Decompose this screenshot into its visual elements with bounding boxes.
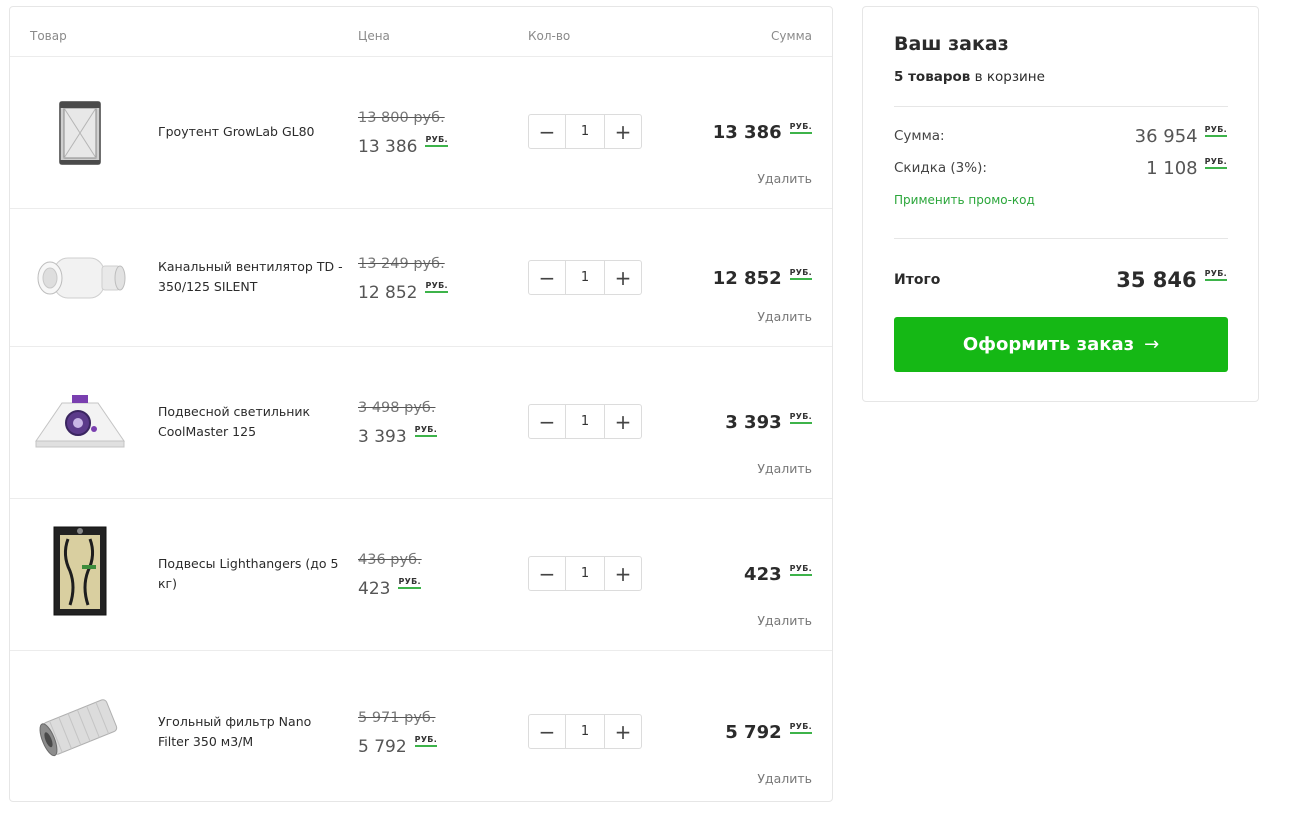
rope-hangers-image[interactable]	[30, 526, 130, 616]
currency-label: РУБ.	[1204, 269, 1227, 281]
quantity-value[interactable]: 1	[565, 715, 605, 748]
remove-link[interactable]: Удалить	[757, 309, 812, 324]
currency-label: РУБ.	[789, 412, 812, 424]
cart-row: Угольный фильтр Nano Filter 350 м3/М 5 9…	[10, 651, 832, 801]
cart-table-header: Товар Цена Кол-во Сумма	[10, 7, 832, 57]
carbon-filter-image[interactable]	[30, 687, 130, 767]
arrow-right-icon: →	[1144, 334, 1160, 355]
currency-label: РУБ.	[1204, 125, 1227, 137]
quantity-stepper: − 1 +	[528, 260, 642, 295]
cart-row: Подвесы Lighthangers (до 5 кг) 436 руб. …	[10, 499, 832, 651]
product-name[interactable]: Подвесы Lighthangers (до 5 кг)	[158, 554, 343, 594]
currency-label: РУБ.	[789, 564, 812, 576]
currency-label: РУБ.	[789, 268, 812, 280]
quantity-value[interactable]: 1	[565, 557, 605, 590]
header-price: Цена	[358, 29, 390, 43]
remove-link[interactable]: Удалить	[757, 771, 812, 786]
cart-item-count: 5 товаров в корзине	[894, 69, 1045, 85]
product-name[interactable]: Гроутент GrowLab GL80	[158, 122, 343, 142]
quantity-value[interactable]: 1	[565, 115, 605, 148]
line-total: 5 792 РУБ.	[725, 722, 812, 743]
increase-button[interactable]: +	[605, 557, 641, 590]
currency-label: РУБ.	[398, 577, 421, 589]
currency-label: РУБ.	[425, 281, 448, 293]
checkout-button[interactable]: Оформить заказ →	[894, 317, 1228, 372]
decrease-button[interactable]: −	[529, 261, 565, 294]
summary-title: Ваш заказ	[894, 33, 1009, 55]
increase-button[interactable]: +	[605, 115, 641, 148]
grow-tent-image[interactable]	[30, 93, 130, 173]
currency-label: РУБ.	[1204, 157, 1227, 169]
line-total: 12 852 РУБ.	[712, 268, 812, 289]
old-price: 13 800 руб.	[358, 110, 445, 126]
discount-value: 1 108 РУБ.	[1146, 157, 1227, 179]
line-total: 423 РУБ.	[744, 564, 812, 585]
line-total: 13 386 РУБ.	[712, 122, 812, 143]
current-price: 12 852 РУБ.	[358, 281, 448, 303]
total-label: Итого	[894, 272, 941, 288]
reflector-lamp-image[interactable]	[30, 381, 130, 461]
decrease-button[interactable]: −	[529, 405, 565, 438]
currency-label: РУБ.	[425, 135, 448, 147]
cart-table: Товар Цена Кол-во Сумма Гроутент GrowLab…	[9, 6, 833, 802]
currency-label: РУБ.	[414, 425, 438, 437]
old-price: 436 руб.	[358, 552, 422, 568]
sum-label: Сумма:	[894, 128, 945, 144]
duct-fan-image[interactable]	[30, 238, 130, 318]
current-price: 423 РУБ.	[358, 577, 421, 599]
currency-label: РУБ.	[414, 735, 438, 747]
current-price: 3 393 РУБ.	[358, 425, 438, 447]
quantity-stepper: − 1 +	[528, 714, 642, 749]
decrease-button[interactable]: −	[529, 715, 565, 748]
cart-row: Канальный вентилятор TD - 350/125 SILENT…	[10, 209, 832, 347]
product-name[interactable]: Угольный фильтр Nano Filter 350 м3/М	[158, 712, 343, 752]
increase-button[interactable]: +	[605, 405, 641, 438]
order-summary: Ваш заказ 5 товаров в корзине Сумма: 36 …	[862, 6, 1259, 402]
remove-link[interactable]: Удалить	[757, 613, 812, 628]
product-name[interactable]: Подвесной светильник CoolMaster 125	[158, 402, 343, 442]
old-price: 5 971 руб.	[358, 710, 436, 726]
old-price: 3 498 руб.	[358, 400, 436, 416]
product-name[interactable]: Канальный вентилятор TD - 350/125 SILENT	[158, 257, 343, 297]
quantity-value[interactable]: 1	[565, 261, 605, 294]
quantity-stepper: − 1 +	[528, 556, 642, 591]
quantity-value[interactable]: 1	[565, 405, 605, 438]
divider	[894, 106, 1228, 107]
header-sum: Сумма	[771, 29, 812, 43]
increase-button[interactable]: +	[605, 261, 641, 294]
increase-button[interactable]: +	[605, 715, 641, 748]
decrease-button[interactable]: −	[529, 557, 565, 590]
remove-link[interactable]: Удалить	[757, 171, 812, 186]
current-price: 13 386 РУБ.	[358, 135, 448, 157]
sum-value: 36 954 РУБ.	[1134, 125, 1227, 147]
remove-link[interactable]: Удалить	[757, 461, 812, 476]
old-price: 13 249 руб.	[358, 256, 445, 272]
header-product: Товар	[30, 29, 67, 43]
divider	[894, 238, 1228, 239]
checkout-label: Оформить заказ	[962, 334, 1135, 355]
apply-promo-link[interactable]: Применить промо-код	[894, 193, 1035, 207]
header-qty: Кол-во	[528, 29, 571, 43]
decrease-button[interactable]: −	[529, 115, 565, 148]
total-value: 35 846 РУБ.	[1116, 268, 1227, 292]
quantity-stepper: − 1 +	[528, 404, 642, 439]
current-price: 5 792 РУБ.	[358, 735, 438, 757]
line-total: 3 393 РУБ.	[725, 412, 812, 433]
quantity-stepper: − 1 +	[528, 114, 642, 149]
cart-row: Подвесной светильник CoolMaster 125 3 49…	[10, 347, 832, 499]
currency-label: РУБ.	[789, 722, 812, 734]
cart-row: Гроутент GrowLab GL80 13 800 руб. 13 386…	[10, 57, 832, 209]
discount-label: Скидка (3%):	[894, 160, 987, 176]
currency-label: РУБ.	[789, 122, 812, 134]
